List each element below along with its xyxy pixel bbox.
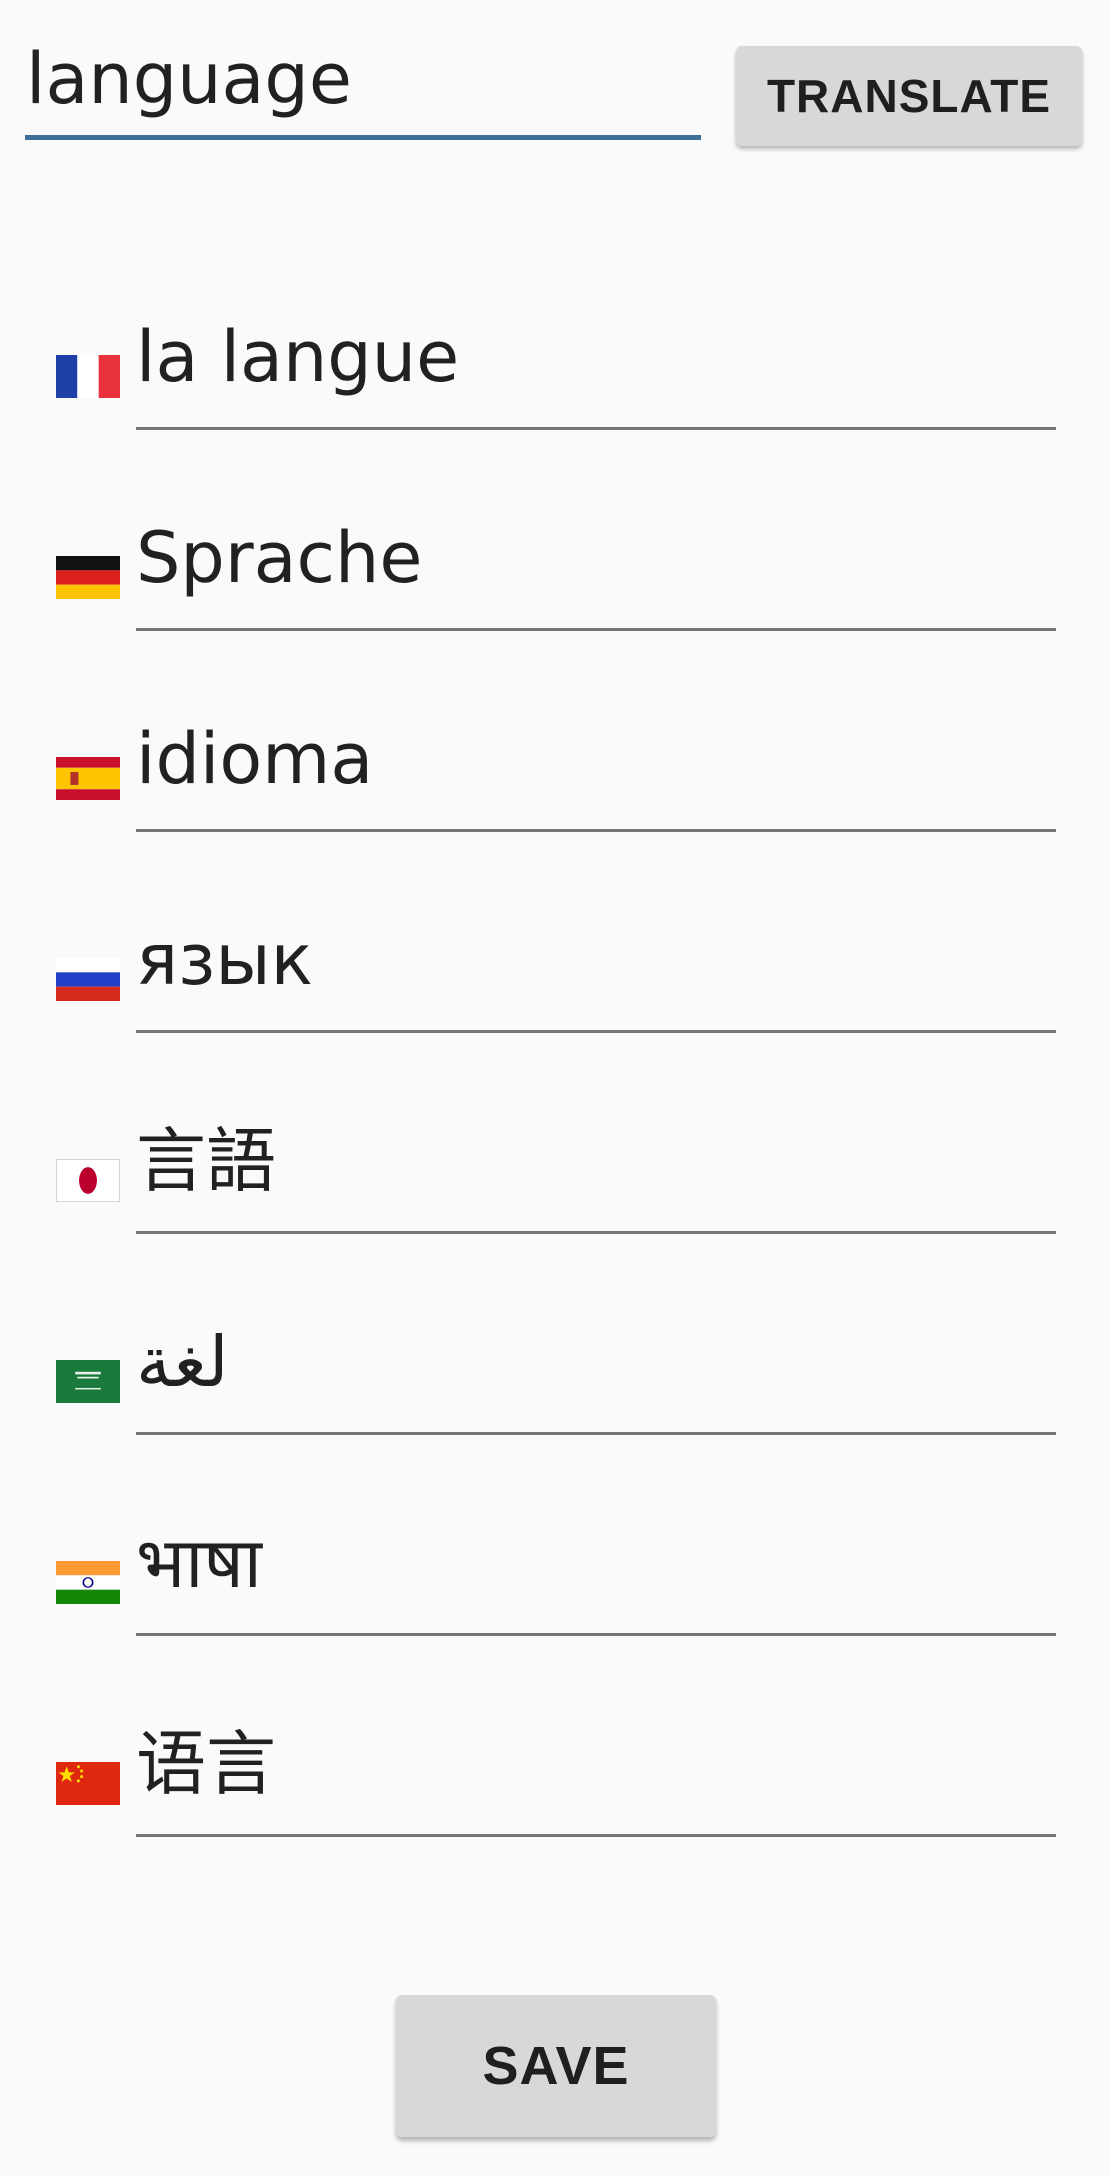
source-word-input[interactable]: language — [25, 30, 701, 140]
translation-text-arabic: لغة — [136, 1321, 229, 1403]
translation-row-german: Sprache — [0, 501, 1109, 631]
translation-text-french: la langue — [136, 316, 460, 398]
translation-text-russian: язык — [136, 919, 313, 1001]
source-word-value: language — [26, 38, 352, 120]
flag-russia-icon — [56, 958, 120, 1001]
translation-field-german[interactable]: Sprache — [136, 501, 1056, 631]
translation-field-chinese[interactable]: 语言 — [136, 1707, 1056, 1837]
flag-japan-icon — [56, 1159, 120, 1202]
translation-row-spanish: idioma — [0, 702, 1109, 832]
flag-china-icon — [56, 1762, 120, 1805]
translation-text-japanese: 言語 — [136, 1120, 276, 1202]
save-button[interactable]: SAVE — [396, 1995, 716, 2137]
flag-saudi-arabia-icon — [56, 1360, 120, 1403]
translation-field-spanish[interactable]: idioma — [136, 702, 1056, 832]
translation-row-japanese: 言語 — [0, 1104, 1109, 1234]
translation-row-french: la langue — [0, 300, 1109, 430]
flag-spain-icon — [56, 757, 120, 800]
translate-button[interactable]: TRANSLATE — [736, 46, 1082, 146]
translation-field-french[interactable]: la langue — [136, 300, 1056, 430]
translation-field-russian[interactable]: язык — [136, 903, 1056, 1033]
translation-text-spanish: idioma — [136, 718, 374, 800]
translation-row-arabic: لغة — [0, 1305, 1109, 1435]
translation-field-japanese[interactable]: 言語 — [136, 1104, 1056, 1234]
flag-france-icon — [56, 355, 120, 398]
translation-row-chinese: 语言 — [0, 1707, 1109, 1837]
flag-india-icon — [56, 1561, 120, 1604]
translation-field-arabic[interactable]: لغة — [136, 1305, 1056, 1435]
translation-text-chinese: 语言 — [136, 1723, 276, 1805]
translation-row-russian: язык — [0, 903, 1109, 1033]
translation-field-hindi[interactable]: भाषा — [136, 1506, 1056, 1636]
translation-row-hindi: भाषा — [0, 1506, 1109, 1636]
flag-germany-icon — [56, 556, 120, 599]
translation-text-german: Sprache — [136, 517, 423, 599]
translation-text-hindi: भाषा — [136, 1522, 262, 1604]
